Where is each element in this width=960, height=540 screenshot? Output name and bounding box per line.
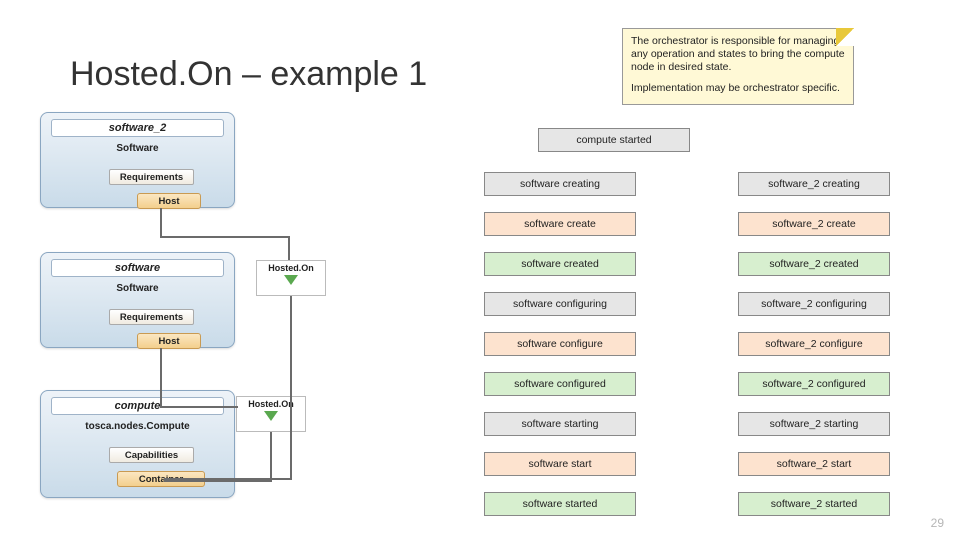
- relationship-label: Hosted.On: [268, 263, 314, 273]
- connector-line: [160, 348, 162, 408]
- software-state-box: software create: [484, 212, 636, 236]
- connector-line: [160, 406, 238, 408]
- connector-line: [290, 296, 292, 480]
- software-2-state-box: software_2 starting: [738, 412, 890, 436]
- connector-line: [270, 432, 272, 480]
- page-title: Hosted.On – example 1: [70, 55, 427, 94]
- relationship-label: Hosted.On: [248, 399, 294, 409]
- software-state-box: software created: [484, 252, 636, 276]
- arrow-down-icon: [284, 275, 298, 285]
- software-2-state-box: software_2 configure: [738, 332, 890, 356]
- software-state-box: software configure: [484, 332, 636, 356]
- software-2-state-box: software_2 creating: [738, 172, 890, 196]
- connector-line: [164, 480, 272, 482]
- requirements-tab: Requirements: [109, 169, 194, 185]
- state-compute-started: compute started: [538, 128, 690, 152]
- arrow-down-icon: [264, 411, 278, 421]
- node-software: software Software Requirements Host: [40, 252, 235, 348]
- software-state-box: software configuring: [484, 292, 636, 316]
- hosted-on-relationship-2: Hosted.On: [236, 396, 306, 432]
- node-software-2: software_2 Software Requirements Host: [40, 112, 235, 208]
- software-2-state-box: software_2 started: [738, 492, 890, 516]
- software-state-box: software creating: [484, 172, 636, 196]
- requirements-tab: Requirements: [109, 309, 194, 325]
- software-2-state-box: software_2 configuring: [738, 292, 890, 316]
- software-2-state-box: software_2 create: [738, 212, 890, 236]
- software-2-state-box: software_2 start: [738, 452, 890, 476]
- info-note: The orchestrator is responsible for mana…: [622, 28, 854, 105]
- node-type: tosca.nodes.Compute: [41, 421, 234, 432]
- software-state-box: software start: [484, 452, 636, 476]
- software-state-box: software starting: [484, 412, 636, 436]
- software-state-box: software started: [484, 492, 636, 516]
- host-requirement: Host: [137, 193, 201, 209]
- note-paragraph-2: Implementation may be orchestrator speci…: [631, 82, 845, 95]
- node-type: Software: [41, 283, 234, 294]
- note-paragraph-1: The orchestrator is responsible for mana…: [631, 35, 845, 74]
- page-number: 29: [931, 516, 944, 530]
- software-2-state-box: software_2 created: [738, 252, 890, 276]
- connector-line: [288, 236, 290, 260]
- capabilities-tab: Capabilities: [109, 447, 194, 463]
- node-name: software: [51, 259, 224, 277]
- software-2-state-box: software_2 configured: [738, 372, 890, 396]
- host-requirement: Host: [137, 333, 201, 349]
- node-type: Software: [41, 143, 234, 154]
- software-state-box: software configured: [484, 372, 636, 396]
- connector-line: [160, 208, 162, 236]
- node-name: software_2: [51, 119, 224, 137]
- hosted-on-relationship-1: Hosted.On: [256, 260, 326, 296]
- connector-line: [160, 236, 290, 238]
